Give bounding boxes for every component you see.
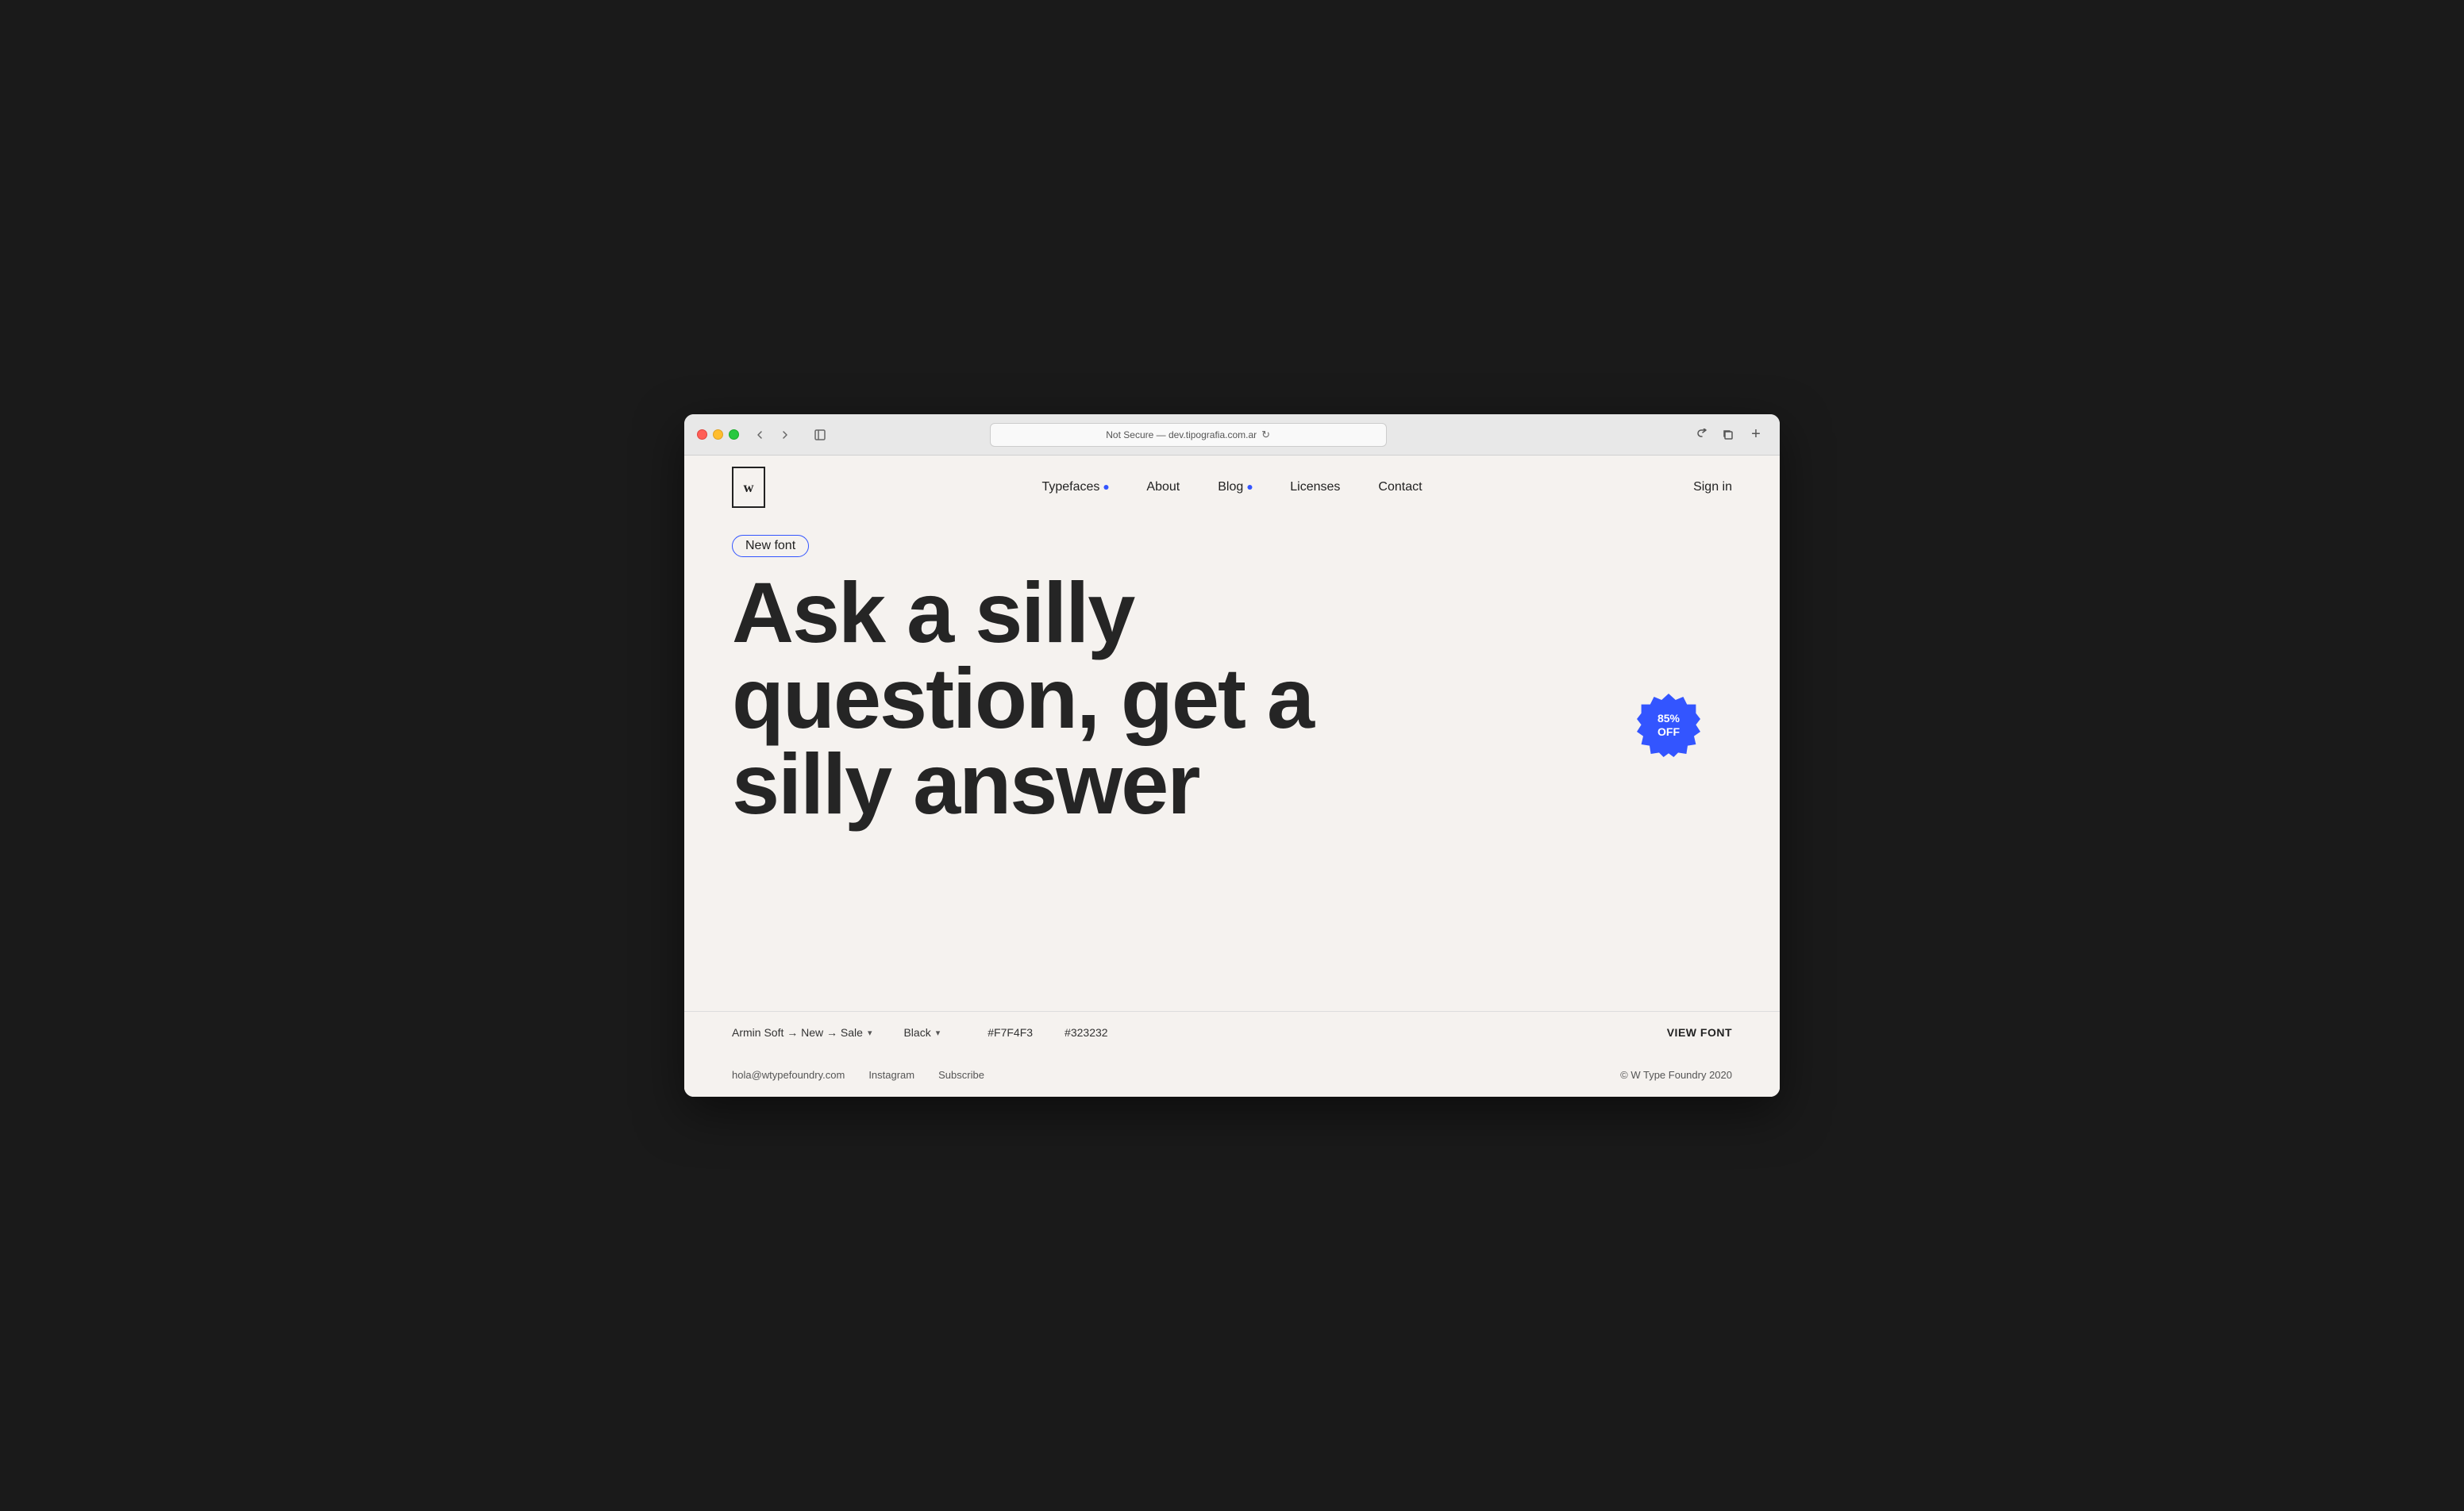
footer-email[interactable]: hola@wtypefoundry.com bbox=[732, 1069, 845, 1081]
typefaces-dot bbox=[1103, 485, 1108, 490]
font-chevron-icon: ▾ bbox=[868, 1028, 872, 1038]
main-nav: w Typefaces About Blog Licenses bbox=[684, 456, 1780, 519]
reload-button[interactable]: ↻ bbox=[1261, 429, 1270, 441]
footer-links: hola@wtypefoundry.com Instagram Subscrib… bbox=[732, 1069, 984, 1081]
duplicate-tab-button[interactable] bbox=[1719, 426, 1737, 444]
nav-typefaces[interactable]: Typefaces bbox=[1041, 480, 1108, 494]
browser-chrome: Not Secure — dev.tipografia.com.ar ↻ + bbox=[684, 414, 1780, 456]
page-content: w Typefaces About Blog Licenses bbox=[684, 456, 1780, 1097]
address-text: Not Secure — dev.tipografia.com.ar bbox=[1106, 429, 1257, 440]
forward-button[interactable] bbox=[774, 426, 796, 444]
address-bar[interactable]: Not Secure — dev.tipografia.com.ar ↻ bbox=[990, 423, 1387, 447]
nav-buttons bbox=[749, 426, 796, 444]
share-button[interactable] bbox=[1694, 426, 1711, 444]
nav-blog[interactable]: Blog bbox=[1218, 480, 1252, 494]
hero-section: New font Ask a silly question, get a sil… bbox=[684, 519, 1780, 1011]
traffic-lights bbox=[697, 429, 739, 440]
copyright: © W Type Foundry 2020 bbox=[1620, 1069, 1732, 1081]
logo-letter: w bbox=[744, 479, 754, 496]
bg-color-value[interactable]: #F7F4F3 bbox=[988, 1026, 1033, 1039]
weight-chevron-icon: ▾ bbox=[936, 1028, 941, 1038]
toolbar: Armin Soft → New → Sale ▾ Black ▾ #F7F4F… bbox=[684, 1011, 1780, 1053]
add-tab-button[interactable]: + bbox=[1745, 424, 1767, 446]
sidebar-button[interactable] bbox=[809, 426, 831, 444]
sign-in-button[interactable]: Sign in bbox=[1693, 480, 1732, 494]
text-color-value[interactable]: #323232 bbox=[1065, 1026, 1108, 1039]
nav-contact[interactable]: Contact bbox=[1378, 480, 1422, 494]
footer-subscribe[interactable]: Subscribe bbox=[938, 1069, 984, 1081]
font-selector[interactable]: Armin Soft → New → Sale ▾ bbox=[732, 1026, 872, 1039]
logo[interactable]: w bbox=[732, 467, 765, 508]
browser-actions: + bbox=[1694, 424, 1767, 446]
nav-about[interactable]: About bbox=[1146, 480, 1180, 494]
footer: hola@wtypefoundry.com Instagram Subscrib… bbox=[684, 1053, 1780, 1097]
blog-dot bbox=[1247, 485, 1252, 490]
back-button[interactable] bbox=[749, 426, 771, 444]
nav-licenses[interactable]: Licenses bbox=[1290, 480, 1340, 494]
hero-headline: Ask a silly question, get a silly answer bbox=[732, 570, 1732, 1011]
nav-links: Typefaces About Blog Licenses Contact bbox=[1041, 480, 1422, 494]
new-font-badge: New font bbox=[732, 535, 809, 557]
minimize-button[interactable] bbox=[713, 429, 723, 440]
footer-instagram[interactable]: Instagram bbox=[868, 1069, 914, 1081]
maximize-button[interactable] bbox=[729, 429, 739, 440]
browser-window: Not Secure — dev.tipografia.com.ar ↻ + w… bbox=[684, 414, 1780, 1097]
close-button[interactable] bbox=[697, 429, 707, 440]
weight-selector[interactable]: Black ▾ bbox=[903, 1026, 940, 1039]
view-font-button[interactable]: VIEW FONT bbox=[1667, 1026, 1732, 1039]
